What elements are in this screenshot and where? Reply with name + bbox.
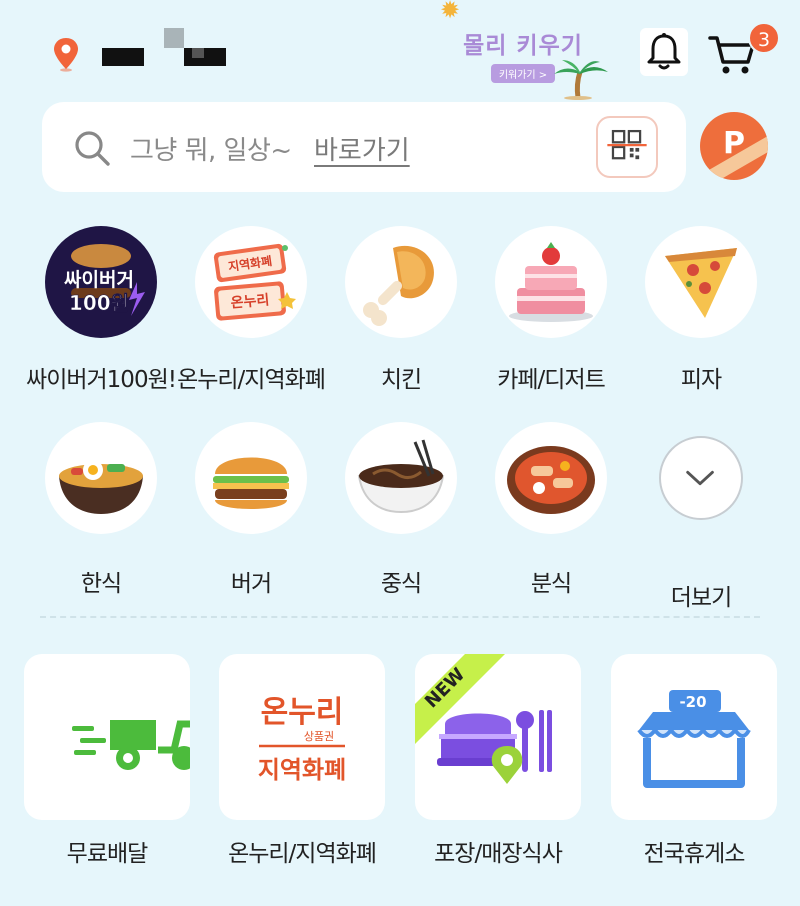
category-pizza[interactable]: 피자 (626, 226, 776, 394)
service-takeout[interactable]: NEW 포장/매장식사 (415, 654, 581, 868)
onnuri-voucher-icon: 온누리 상품권 지역화폐 (219, 654, 385, 820)
takeout-icon: NEW (415, 654, 581, 820)
category-korean[interactable]: 한식 (26, 422, 176, 598)
notification-bell-icon[interactable] (640, 28, 688, 76)
category-label: 분식 (530, 571, 572, 597)
noodle-icon (345, 422, 457, 534)
search-bar[interactable]: 그냥 뭐, 일상~ 바로가기 (42, 102, 686, 192)
palm-tree-icon (554, 60, 608, 100)
burger-icon (195, 422, 307, 534)
category-label: 중식 (380, 571, 422, 597)
more-button[interactable] (659, 436, 743, 520)
category-burger[interactable]: 버거 (176, 422, 326, 598)
burger-promo-line2: 100원 (69, 291, 129, 315)
search-icon (75, 131, 110, 166)
points-icon: P (723, 126, 745, 161)
category-label: 온누리/지역화폐 (177, 367, 326, 393)
promo-title: 몰리 키우기 (463, 33, 583, 59)
category-label: 치킨 (380, 367, 422, 393)
service-label: 온누리/지역화폐 (228, 841, 377, 867)
section-divider (40, 616, 760, 618)
category-label: 싸이버거100원! (26, 367, 177, 393)
cart-count-badge: 3 (748, 22, 780, 54)
category-label: 더보기 (670, 585, 732, 611)
qr-code-icon (607, 129, 647, 160)
category-cyburger[interactable]: 싸이버거 100원 싸이버거100원! (26, 226, 177, 394)
qr-scan-button[interactable] (596, 116, 658, 178)
rest-stop-icon: -20 (611, 654, 777, 820)
chicken-icon (345, 226, 457, 338)
burger-promo-icon: 싸이버거 100원 (45, 226, 157, 338)
category-label: 카페/디저트 (497, 367, 606, 393)
chevron-down-icon (686, 470, 714, 486)
onnuri-art-bottom: 지역화폐 (258, 756, 346, 784)
promo-button[interactable]: 키워가기 > (490, 64, 556, 83)
pizza-icon (645, 226, 757, 338)
service-free-delivery[interactable]: 무료배달 (24, 654, 190, 868)
service-label: 포장/매장식사 (434, 841, 563, 867)
rest-stop-tag: -20 (679, 693, 706, 711)
category-more[interactable]: 더보기 (626, 422, 776, 612)
category-label: 한식 (80, 571, 122, 597)
service-rest-stop[interactable]: -20 전국휴게소 (611, 654, 777, 868)
category-chinese[interactable]: 중식 (326, 422, 476, 598)
category-snack[interactable]: 분식 (476, 422, 626, 598)
sun-icon: ✹ (440, 0, 461, 24)
search-shortcut-link[interactable]: 바로가기 (314, 130, 410, 167)
delivery-scooter-icon (24, 654, 190, 820)
onnuri-art-title: 온누리 (261, 695, 344, 730)
category-chicken[interactable]: 치킨 (326, 226, 476, 394)
burger-promo-line1: 싸이버거 (64, 269, 134, 291)
category-cafe-dessert[interactable]: 카페/디저트 (476, 226, 626, 394)
onnuri-art-sub: 상품권 (304, 730, 334, 743)
bibimbap-icon (45, 422, 157, 534)
top-bar: ✹ 몰리 키우기 키워가기 > 3 (0, 0, 800, 100)
category-label: 피자 (680, 367, 722, 393)
voucher-bottom-text: 온누리 (230, 292, 270, 311)
category-onnuri[interactable]: 지역화폐 온누리 온누리/지역화폐 (176, 226, 326, 394)
voucher-icon: 지역화폐 온누리 (195, 226, 307, 338)
service-onnuri[interactable]: 온누리 상품권 지역화폐 온누리/지역화폐 (219, 654, 385, 868)
points-button[interactable]: P (700, 112, 768, 180)
tteokbokki-icon (495, 422, 607, 534)
service-label: 무료배달 (66, 841, 149, 867)
search-placeholder[interactable]: 그냥 뭐, 일상~ (130, 130, 292, 167)
cake-icon (495, 226, 607, 338)
service-label: 전국휴게소 (643, 841, 746, 867)
location-pin-icon[interactable] (52, 36, 80, 72)
category-label: 버거 (230, 571, 272, 597)
